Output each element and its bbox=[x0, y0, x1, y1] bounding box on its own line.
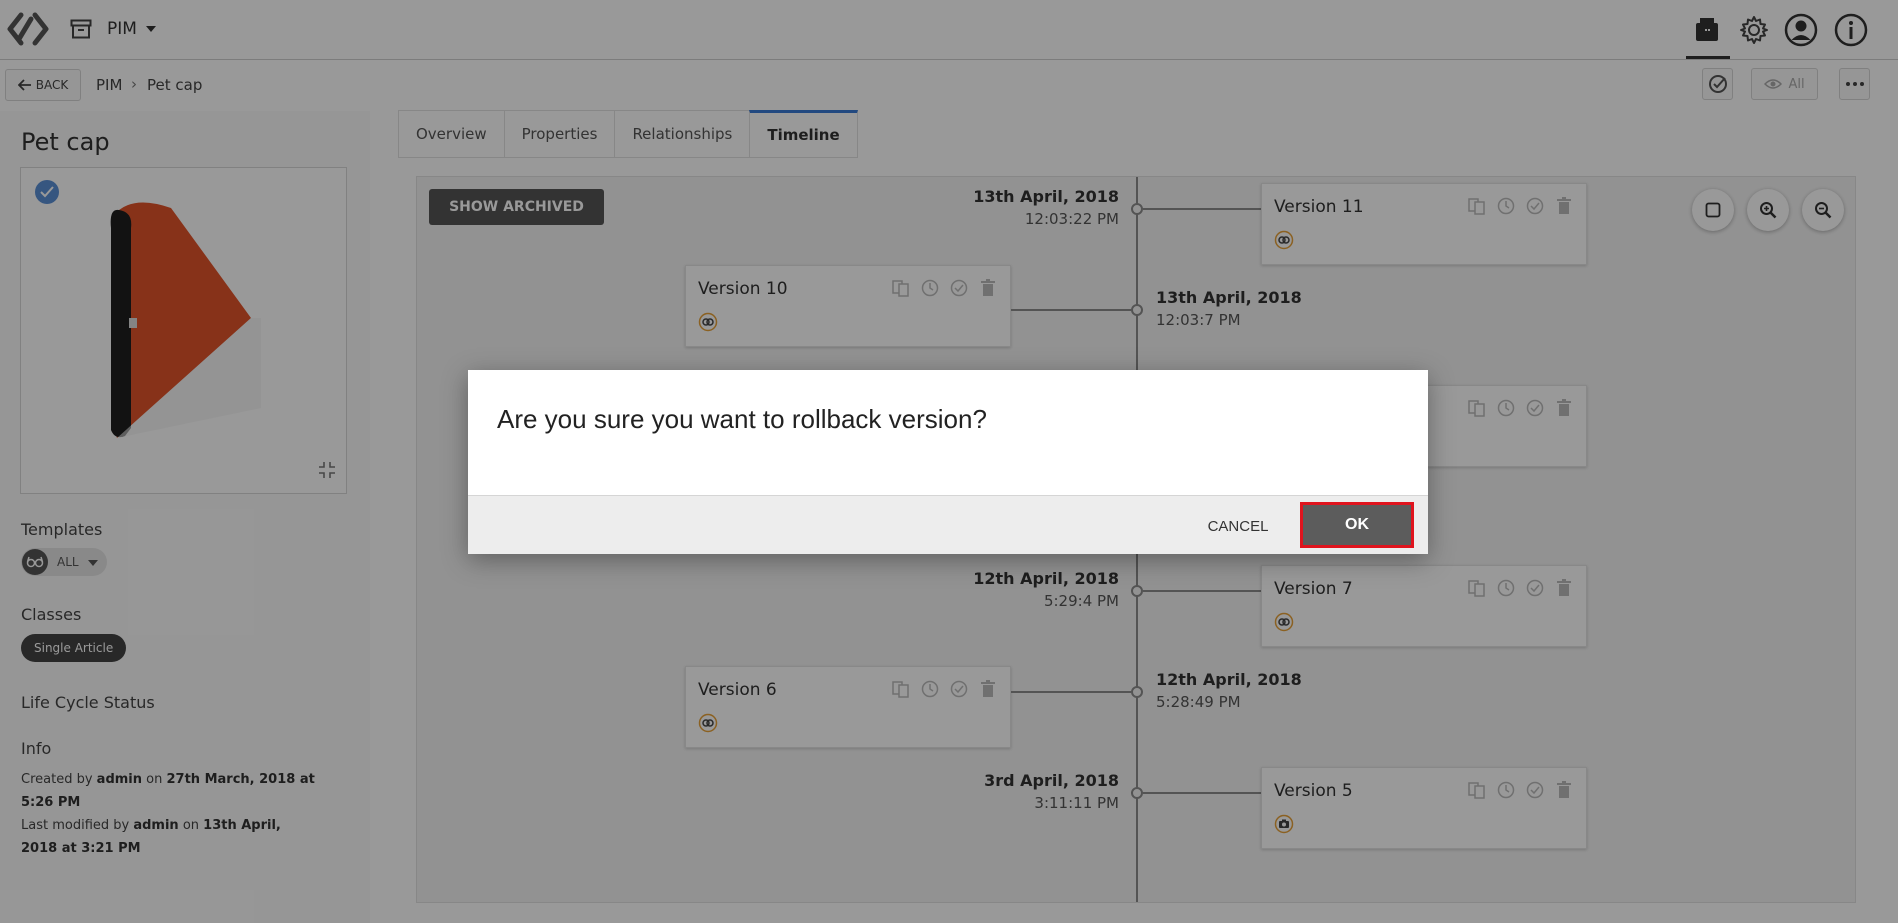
cancel-button[interactable]: CANCEL bbox=[1195, 508, 1281, 544]
dialog-message: Are you sure you want to rollback versio… bbox=[497, 404, 987, 434]
ok-button[interactable]: OK bbox=[1300, 502, 1414, 548]
dialog-footer: CANCEL OK bbox=[468, 495, 1428, 554]
rollback-confirm-dialog: Are you sure you want to rollback versio… bbox=[468, 370, 1428, 554]
